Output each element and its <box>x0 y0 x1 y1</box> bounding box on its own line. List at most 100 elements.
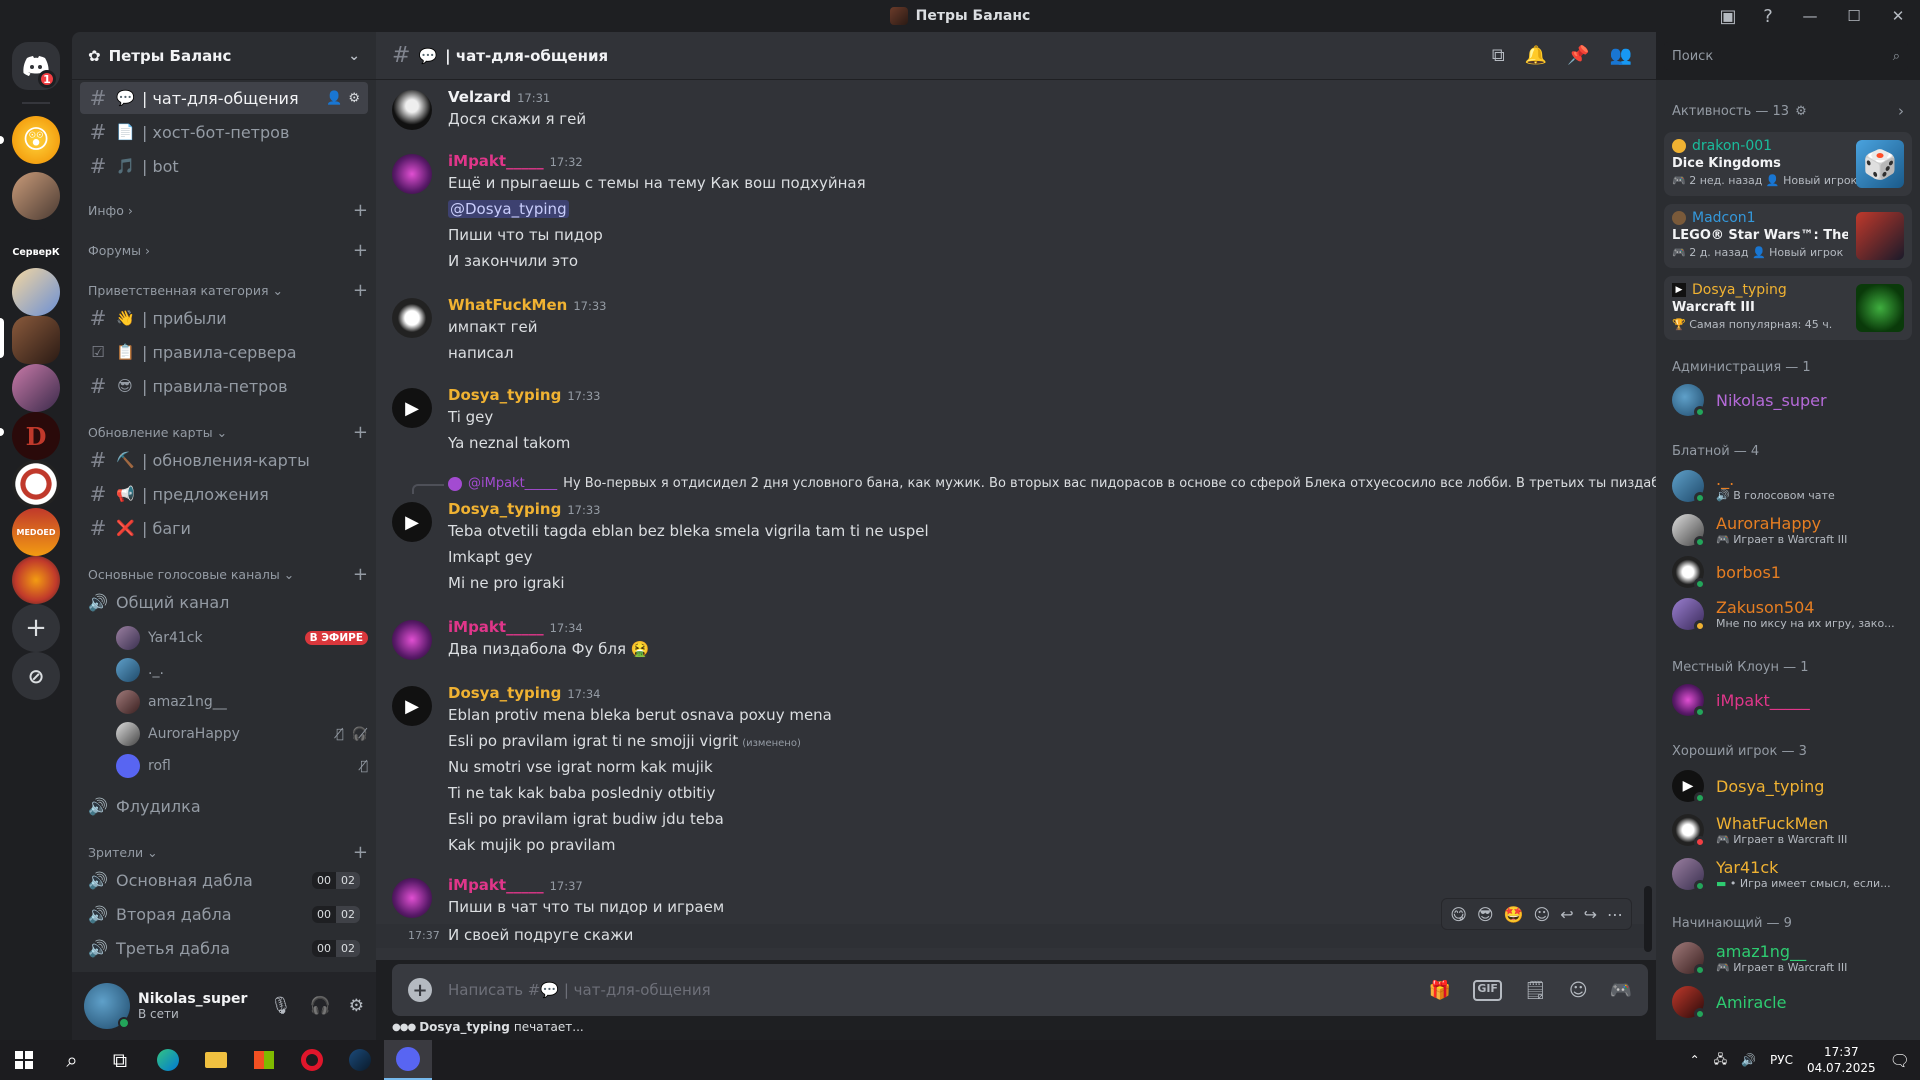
channel-bot[interactable]: # 🎵 | bot <box>80 150 368 182</box>
help-icon[interactable]: ? <box>1748 0 1788 32</box>
message-author[interactable]: Velzard 17:31 <box>448 88 550 106</box>
invite-icon[interactable]: 👤 <box>326 91 342 106</box>
message-author[interactable]: Dosya_typing 17:33 <box>448 500 600 518</box>
member-item[interactable]: Amiracle <box>1664 980 1912 1024</box>
notifications-icon[interactable]: 🗨 <box>1890 1051 1910 1070</box>
channel-server-rules[interactable]: ☑ 📋 | правила-сервера <box>80 336 368 368</box>
server-photo-1[interactable] <box>12 172 60 220</box>
category-map-update[interactable]: Обновление карты ⌄ + <box>88 422 368 443</box>
category-voice-main[interactable]: Основные голосовые каналы ⌄ + <box>88 564 368 585</box>
voice-channel-flood[interactable]: 🔊 Флудилка <box>80 790 368 822</box>
add-channel-icon[interactable]: + <box>353 422 368 443</box>
microphone-icon[interactable]: 🎙 <box>270 996 292 1016</box>
voice-user[interactable]: ._. <box>116 656 368 684</box>
voice-user[interactable]: AuroraHappy 🎙̸ 🎧̸ <box>116 720 368 748</box>
inbox-icon[interactable]: ▣ <box>1708 0 1748 32</box>
scrollbar[interactable] <box>1644 886 1652 952</box>
language-indicator[interactable]: РУС <box>1770 1053 1793 1067</box>
threads-icon[interactable]: ⧉ <box>1492 45 1505 66</box>
channel-host-bot[interactable]: # 📄 | хост-бот-петров <box>80 116 368 148</box>
search-icon[interactable]: ⌕ <box>48 1040 96 1080</box>
server-anime-2[interactable] <box>12 364 60 412</box>
channel-bugs[interactable]: # ❌ | баги <box>80 512 368 544</box>
guild-header[interactable]: ✿ Петры Баланс ⌄ <box>72 32 376 80</box>
add-channel-icon[interactable]: + <box>353 240 368 261</box>
search-input[interactable] <box>1672 48 1872 64</box>
voice-user[interactable]: Yar41ck В ЭФИРЕ <box>116 624 368 652</box>
sticker-icon[interactable]: 🗒 <box>1524 980 1547 1001</box>
add-channel-icon[interactable]: + <box>353 200 368 221</box>
task-view-icon[interactable]: ⧉ <box>96 1040 144 1080</box>
chevron-up-icon[interactable]: ⌃ <box>1690 1053 1700 1067</box>
attach-plus-icon[interactable]: + <box>408 978 432 1002</box>
message-author[interactable]: iMpakt_____ 17:37 <box>448 876 583 894</box>
file-explorer-icon[interactable] <box>192 1040 240 1080</box>
chevron-right-icon[interactable]: › <box>1898 102 1904 120</box>
add-channel-icon[interactable]: + <box>353 842 368 863</box>
category-info[interactable]: Инфо › + <box>88 200 368 221</box>
server-target[interactable] <box>12 460 60 508</box>
settings-gear-icon[interactable]: ⚙ <box>349 996 364 1016</box>
headphones-icon[interactable]: 🎧 <box>310 996 331 1016</box>
reply-icon[interactable]: ↩ <box>1560 905 1573 924</box>
avatar[interactable] <box>392 298 432 338</box>
avatar[interactable]: ▶ <box>392 388 432 428</box>
message-author[interactable]: Dosya_typing 17:34 <box>448 684 600 702</box>
member-item[interactable]: Yar41ck ▬ • Игра имеет смысл, если... <box>1664 852 1912 896</box>
member-item[interactable]: WhatFuckMen 🎮 Играет в Warcraft III <box>1664 808 1912 852</box>
network-icon[interactable]: 🖧 <box>1714 1050 1727 1071</box>
category-welcome[interactable]: Приветственная категория ⌄ + <box>88 280 368 301</box>
server-diablo[interactable]: D <box>12 412 60 460</box>
message-author[interactable]: iMpakt_____ 17:34 <box>448 618 583 636</box>
activity-card[interactable]: Madcon1 LEGO® Star Wars™: The Sk... 🎮 2 … <box>1664 204 1912 268</box>
avatar[interactable] <box>392 154 432 194</box>
search-box[interactable]: ⌕ <box>1664 42 1908 70</box>
category-forums[interactable]: Форумы › + <box>88 240 368 261</box>
avatar[interactable] <box>392 90 432 130</box>
minimize-button[interactable]: — <box>1788 0 1832 32</box>
gift-icon[interactable]: 🎁 <box>1429 980 1451 1001</box>
reaction-icon[interactable]: 🤩 <box>1504 905 1524 924</box>
avatar[interactable] <box>392 878 432 918</box>
channel-arrived[interactable]: # 👋 | прибыли <box>80 302 368 334</box>
voice-user[interactable]: amaz1ng__ <box>116 688 368 716</box>
server-anime[interactable] <box>12 268 60 316</box>
voice-channel-dabla-1[interactable]: 🔊 Основная дабла 00 02 <box>80 864 368 896</box>
channel-map-updates[interactable]: # ⛏️ | обновления-карты <box>80 444 368 476</box>
member-item[interactable]: ▶ Dosya_typing <box>1664 764 1912 808</box>
volume-icon[interactable]: 🔊 <box>1741 1053 1756 1067</box>
discord-taskbar-icon[interactable] <box>384 1040 432 1080</box>
gif-icon[interactable]: GIF <box>1473 979 1502 1001</box>
voice-channel-general[interactable]: 🔊 Общий канал <box>80 586 368 618</box>
bell-icon[interactable]: 🔔 <box>1525 45 1547 66</box>
reply-preview[interactable]: @iMpakt_____ Ну Во-первых я отдисидел 2 … <box>448 476 1656 491</box>
user-mention[interactable]: @Dosya_typing <box>448 200 569 218</box>
message-author[interactable]: iMpakt_____ 17:32 <box>448 152 583 170</box>
more-icon[interactable]: ⋯ <box>1607 905 1623 924</box>
channel-petry-rules[interactable]: # 😎 | правила-петров <box>80 370 368 402</box>
member-item[interactable]: amaz1ng__ 🎮 Играет в Warcraft III <box>1664 936 1912 980</box>
server-petry-balans[interactable] <box>12 316 60 364</box>
add-channel-icon[interactable]: + <box>353 280 368 301</box>
reaction-icon[interactable]: 😋 <box>1450 905 1467 924</box>
edge-icon[interactable] <box>144 1040 192 1080</box>
windows-start-icon[interactable] <box>0 1040 48 1080</box>
voice-channel-dabla-3[interactable]: 🔊 Третья дабла 00 02 <box>80 932 368 964</box>
store-icon[interactable] <box>240 1040 288 1080</box>
voice-channel-dabla-2[interactable]: 🔊 Вторая дабла 00 02 <box>80 898 368 930</box>
member-item[interactable]: Nikolas_super <box>1664 378 1912 422</box>
opera-icon[interactable] <box>288 1040 336 1080</box>
member-item[interactable]: ._. 🔊 В голосовом чате <box>1664 464 1912 508</box>
forward-icon[interactable]: ↪ <box>1584 905 1597 924</box>
message-author[interactable]: Dosya_typing 17:33 <box>448 386 600 404</box>
member-item[interactable]: Zakuson504 Мне по иксу на их игру, зако..… <box>1664 592 1912 636</box>
member-item[interactable]: iMpakt_____ <box>1664 678 1912 722</box>
activity-gamepad-icon[interactable]: 🎮 <box>1610 980 1632 1001</box>
add-channel-icon[interactable]: + <box>353 564 368 585</box>
gear-icon[interactable]: ⚙ <box>1795 104 1807 119</box>
server-emoji-face[interactable]: 😲 <box>12 116 60 164</box>
steam-icon[interactable] <box>336 1040 384 1080</box>
close-button[interactable]: ✕ <box>1876 0 1920 32</box>
maximize-button[interactable]: ☐ <box>1832 0 1876 32</box>
category-viewers[interactable]: Зрители ⌄ + <box>88 842 368 863</box>
